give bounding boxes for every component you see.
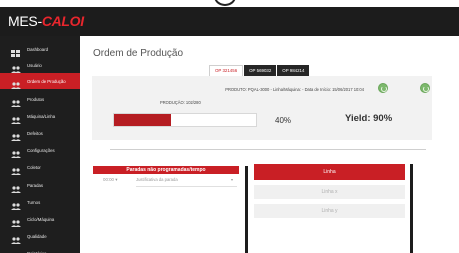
sidebar-item-label: Defeitos (27, 130, 43, 136)
sidebar-item-label: Paradas (27, 182, 44, 188)
sidebar-item-turnos[interactable]: Turnos (0, 194, 80, 210)
production-count: PRODUÇÃO: 102/280 (160, 100, 201, 105)
chevron-down-icon: ▾ (230, 177, 233, 182)
sidebar-item-label: Configurações (27, 147, 55, 153)
chevron-down-icon: ▾ (115, 177, 118, 182)
tab-op-321456[interactable]: OP 321456 (209, 65, 244, 76)
sidebar-item-relatorios[interactable]: Relatórios (0, 245, 80, 253)
sidebar-item-label: Usuário (27, 62, 42, 68)
yield-value: Yield: 90% (345, 113, 393, 124)
top-strip (0, 0, 459, 7)
unplanned-stops-header: Paradas não programadas/tempo (93, 166, 239, 174)
line-item-linha-x[interactable]: Linha x (254, 185, 405, 199)
stop-time-value: 00:00 (103, 177, 114, 182)
sidebar-item-defeitos[interactable]: Defeitos (0, 125, 80, 141)
section-divider (110, 149, 426, 150)
sidebar-item-label: Ciclo/Máquina (27, 216, 55, 222)
tab-op-984214[interactable]: OP 984214 (277, 65, 310, 76)
users-icon (11, 129, 21, 141)
progress-percent: 40% (275, 116, 292, 125)
sidebar-item-usuario[interactable]: Usuário (0, 57, 80, 73)
top-header: MES-CALOI (0, 7, 459, 36)
brand-logo[interactable]: MES-CALOI (8, 13, 84, 29)
users-icon (11, 77, 21, 89)
users-icon (11, 215, 21, 227)
users-icon (11, 146, 21, 158)
stop-reason-select[interactable]: Justificativa da parada ▾ (136, 177, 236, 185)
users-icon (11, 95, 21, 107)
sidebar-item-maquina-linha[interactable]: Máquina/Linha (0, 108, 80, 124)
sidebar-item-produtos[interactable]: Produtos (0, 91, 80, 107)
sidebar-item-dashboard[interactable]: Dashboard (0, 41, 80, 57)
tab-op-569032[interactable]: OP 569032 (244, 65, 277, 76)
production-progress-bar (113, 113, 257, 127)
users-icon (11, 232, 21, 244)
sidebar-item-label: Turnos (27, 199, 41, 205)
sidebar-item-paradas[interactable]: Paradas (0, 177, 80, 193)
users-icon (11, 181, 21, 193)
refresh-icon-button[interactable] (378, 83, 388, 93)
users-icon (11, 61, 21, 73)
sidebar-item-qualidade[interactable]: Qualidade (0, 228, 80, 244)
scrollbar-right[interactable] (410, 164, 413, 253)
stop-reason-placeholder: Justificativa da parada (136, 177, 178, 182)
brand-prefix: MES- (8, 13, 42, 29)
brand-accent: CALOI (41, 13, 84, 29)
app-window: MES-CALOI Dashboard Usuário Ordem de Produ… (0, 0, 459, 253)
line-item-linha-y[interactable]: Linha y (254, 204, 405, 218)
dashboard-icon (11, 45, 21, 57)
progress-fill (114, 114, 171, 126)
select-underline (136, 186, 237, 187)
sidebar-item-label: Ordem de Produção (27, 78, 66, 84)
sidebar-item-label: Máquina/Linha (27, 113, 56, 119)
page-title: Ordem de Produção (93, 48, 184, 59)
sidebar-item-ciclo-maquina[interactable]: Ciclo/Máquina (0, 211, 80, 227)
order-info: PRODUTO: PQAL-3000 - Linha/Máquina: - Da… (225, 87, 364, 92)
refresh-icon-button-2[interactable] (420, 83, 430, 93)
sidebar: Dashboard Usuário Ordem de Produção Produto… (0, 36, 80, 253)
users-icon (11, 163, 21, 175)
sidebar-item-coletor[interactable]: Coletor (0, 159, 80, 175)
stop-time-select[interactable]: 00:00 ▾ (103, 177, 117, 183)
sidebar-item-ordem-de-producao[interactable]: Ordem de Produção (0, 73, 80, 89)
users-icon (11, 112, 21, 124)
order-panel: PRODUTO: PQAL-3000 - Linha/Máquina: - Da… (92, 76, 432, 140)
sidebar-item-label: Produtos (27, 96, 45, 102)
sidebar-item-label: Coletor (27, 164, 41, 170)
order-tabs: OP 321456 OP 569032 OP 984214 (209, 65, 310, 76)
sidebar-item-label: Qualidade (27, 233, 47, 239)
users-icon (11, 198, 21, 210)
refresh-icon (214, 0, 236, 6)
sidebar-item-label: Dashboard (27, 46, 49, 52)
sidebar-item-configuracoes[interactable]: Configurações (0, 142, 80, 158)
users-icon (11, 249, 21, 253)
scrollbar-left[interactable] (245, 166, 248, 253)
line-item-linha[interactable]: Linha (254, 164, 405, 180)
main-content: Ordem de Produção OP 321456 OP 569032 OP… (80, 36, 459, 253)
